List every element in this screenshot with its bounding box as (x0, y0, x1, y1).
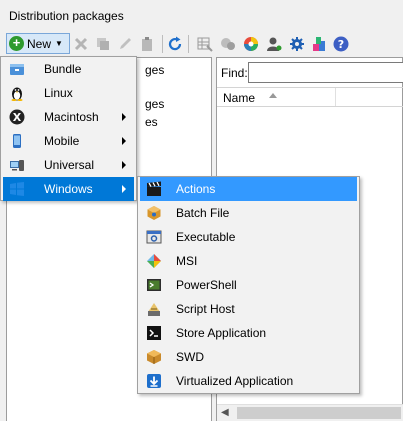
new-button-label: New (27, 36, 52, 51)
color-icon[interactable] (242, 35, 260, 53)
powershell-icon (146, 277, 162, 293)
clapperboard-icon (146, 181, 162, 197)
scrollbar-thumb[interactable] (237, 407, 401, 419)
submenu-item-batch-file[interactable]: Batch File (140, 201, 357, 225)
menu-item-linux[interactable]: Linux (3, 81, 134, 105)
window-title: Distribution packages (9, 9, 124, 23)
mobile-icon (9, 133, 25, 149)
submenu-item-powershell[interactable]: PowerShell (140, 273, 357, 297)
submenu-item-virtualized-application[interactable]: Virtualized Application (140, 369, 357, 393)
submenu-item-store-application[interactable]: Store Application (140, 321, 357, 345)
submenu-item-label: Executable (176, 230, 236, 244)
submenu-item-label: Store Application (176, 326, 267, 340)
menu-item-universal[interactable]: Universal (3, 153, 134, 177)
toolbar: + New ▼ ? (4, 32, 403, 56)
swd-icon (146, 349, 162, 365)
chevron-down-icon: ▼ (55, 39, 63, 48)
new-button[interactable]: + New ▼ (6, 33, 70, 54)
msi-icon (146, 253, 162, 269)
group-icon[interactable] (219, 35, 237, 53)
submenu-item-label: Actions (176, 182, 216, 196)
windows-icon (9, 181, 25, 197)
menu-item-mobile[interactable]: Mobile (3, 129, 134, 153)
macintosh-icon: X (9, 109, 25, 125)
submenu-item-label: MSI (176, 254, 198, 268)
column-divider[interactable] (335, 88, 336, 106)
bundle-icon (9, 61, 25, 77)
copy-icon[interactable] (94, 35, 112, 53)
menu-item-bundle[interactable]: Bundle (3, 57, 134, 81)
gear-icon[interactable] (288, 35, 306, 53)
submenu-item-msi[interactable]: MSI (140, 249, 357, 273)
tree-item-fragment: ges (145, 97, 165, 111)
virtualized-application-icon (146, 373, 162, 389)
svg-text:?: ? (338, 38, 344, 51)
submenu-item-label: Script Host (176, 302, 235, 316)
horizontal-scrollbar[interactable]: ◀ (217, 404, 403, 421)
new-menu: Bundle Linux X Macintosh Mobile Universa… (0, 56, 137, 201)
store-application-icon (146, 325, 162, 341)
submenu-item-executable[interactable]: Executable (140, 225, 357, 249)
batch-file-icon (146, 205, 162, 221)
menu-item-label: Universal (44, 158, 95, 172)
toolbar-separator (162, 35, 163, 53)
submenu-arrow-icon (122, 113, 126, 121)
script-host-icon (146, 301, 162, 317)
svg-text:X: X (13, 111, 22, 124)
grid-header: Name (217, 87, 403, 107)
menu-item-label: Linux (44, 86, 73, 100)
windows-submenu: Actions Batch File Executable MSI PowerS… (137, 176, 360, 394)
scroll-left-icon[interactable]: ◀ (221, 407, 229, 418)
help-icon[interactable]: ? (332, 35, 350, 53)
submenu-item-swd[interactable]: SWD (140, 345, 357, 369)
add-icon: + (9, 36, 24, 51)
submenu-item-script-host[interactable]: Script Host (140, 297, 357, 321)
delete-icon[interactable] (72, 35, 90, 53)
refresh-icon[interactable] (166, 35, 184, 53)
tree-item-fragment: ges (145, 63, 165, 77)
submenu-arrow-icon (122, 185, 126, 193)
submenu-item-label: PowerShell (176, 278, 237, 292)
submenu-item-label: Virtualized Application (176, 374, 294, 388)
menu-item-macintosh[interactable]: X Macintosh (3, 105, 134, 129)
linux-icon (9, 85, 25, 101)
executable-icon (146, 229, 162, 245)
menu-item-label: Windows (44, 182, 93, 196)
submenu-arrow-icon (122, 161, 126, 169)
menu-item-label: Macintosh (44, 110, 99, 124)
menu-item-windows[interactable]: Windows (3, 177, 134, 201)
clipboard-icon[interactable] (138, 35, 156, 53)
submenu-arrow-icon (122, 137, 126, 145)
submenu-item-label: SWD (176, 350, 204, 364)
user-icon[interactable] (265, 35, 283, 53)
edit-icon[interactable] (116, 35, 134, 53)
menu-item-label: Bundle (44, 62, 82, 76)
find-input[interactable] (248, 62, 403, 83)
submenu-item-actions[interactable]: Actions (140, 177, 357, 201)
find-label: Find: (221, 66, 248, 80)
submenu-item-label: Batch File (176, 206, 230, 220)
column-header-name[interactable]: Name (223, 91, 255, 105)
tools-icon[interactable] (310, 35, 328, 53)
grid-icon[interactable] (196, 35, 214, 53)
tree-item-fragment: es (145, 115, 158, 129)
menu-item-label: Mobile (44, 134, 80, 148)
toolbar-separator (188, 35, 189, 53)
sort-ascending-icon (269, 93, 277, 98)
universal-icon (9, 157, 25, 173)
